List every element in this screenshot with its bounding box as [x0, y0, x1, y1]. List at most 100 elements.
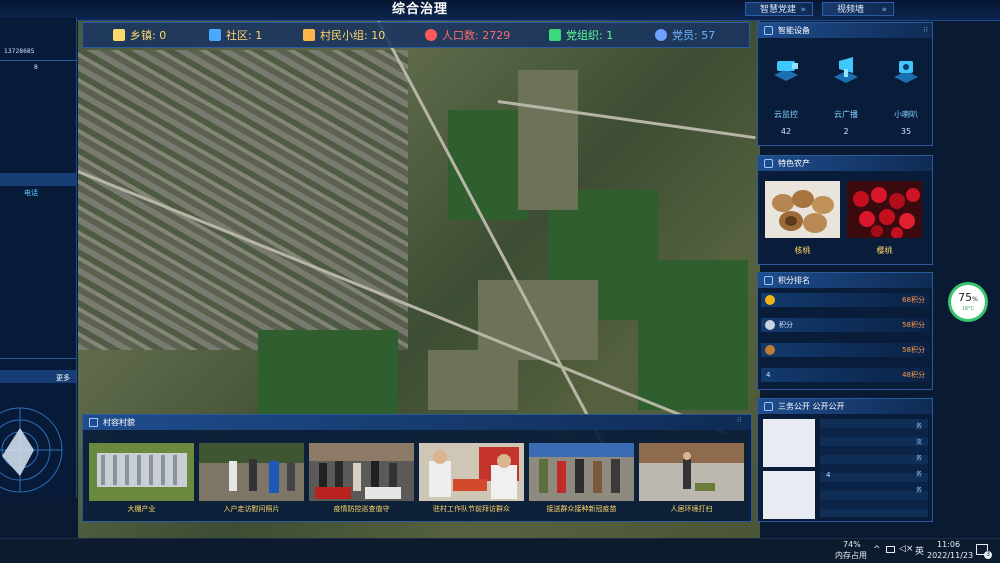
home-icon: [209, 29, 221, 41]
map-field: [638, 260, 748, 410]
map-field: [518, 70, 578, 210]
divider: [0, 60, 76, 61]
memory-temp: 16°C: [961, 306, 975, 312]
stat-communities[interactable]: 社区: 1: [209, 27, 262, 45]
bronze-medal-icon: [765, 345, 775, 355]
rank-points: 58积分: [902, 321, 925, 329]
member-icon: [655, 29, 667, 41]
photo-home-visit[interactable]: [199, 443, 304, 501]
affairs-mark: 务: [916, 455, 923, 462]
panel-header: [83, 415, 751, 430]
photo-caption: 入户走访慰问照片: [223, 505, 280, 513]
stat-label: 党组织: 1: [566, 29, 614, 42]
leaf-icon: [764, 159, 773, 168]
video-wall-button[interactable]: 视频墙 »: [822, 2, 894, 16]
chevron-right-icon: »: [800, 5, 806, 15]
memory-percent: 75%: [958, 291, 978, 304]
bar-chart-icon: [764, 276, 773, 285]
bar-chart-icon: [764, 402, 773, 411]
ranking-row[interactable]: 积分 58积分: [761, 318, 929, 332]
device-count: 42: [780, 127, 792, 136]
rank-name: 4: [766, 371, 771, 379]
rank-points: 68积分: [902, 296, 925, 304]
map-field: [448, 110, 528, 220]
village-appearance-panel: 村容村貌 ⁝⁝ 大棚产业 入户走访慰问照片 疫情防控巡查值守 驻村工作队节前拜访…: [82, 414, 752, 522]
device-label: 云广播: [834, 110, 858, 119]
device-count: 35: [900, 127, 912, 136]
rank-points: 58积分: [902, 346, 925, 354]
chevron-right-icon: »: [881, 5, 887, 15]
document-thumbnail[interactable]: [763, 471, 815, 519]
memory-widget[interactable]: 75% 16°C: [948, 282, 988, 322]
ranking-row[interactable]: 68积分: [761, 293, 929, 307]
radar-chart: [0, 407, 63, 493]
ranking-row[interactable]: 4 48积分: [761, 368, 929, 382]
rank-points: 48积分: [902, 371, 925, 379]
party-org-icon: [549, 29, 561, 41]
page-title: 综合治理: [391, 2, 448, 17]
clock-date[interactable]: 2022/11/23: [927, 551, 973, 560]
points-ranking-panel: 积分排名 68积分 积分 58积分 58积分 4 48积分: [757, 272, 933, 390]
speaker-icon[interactable]: [888, 53, 924, 89]
panel-header: 积分排名: [758, 273, 932, 288]
cherry-image[interactable]: [847, 181, 922, 238]
clock-time[interactable]: 11:06: [937, 540, 960, 549]
photo-caption: 大棚产业: [127, 505, 156, 513]
memory-usage-percent: 74%: [843, 540, 861, 549]
panel-header: 特色农产: [758, 156, 932, 171]
panel-header: 智能设备 ⁝⁝: [758, 23, 932, 38]
rank-name: 积分: [779, 321, 793, 329]
gold-medal-icon: [765, 295, 775, 305]
map-field: [428, 350, 518, 410]
volume-icon[interactable]: ◁×: [899, 544, 913, 554]
panel-title: 村容村貌: [103, 418, 135, 427]
person-icon: [425, 29, 437, 41]
map-village-area: [78, 50, 408, 350]
affairs-list: [820, 419, 928, 517]
panel-title: 三务公开 公开公开: [778, 402, 845, 411]
stat-label: 社区: 1: [226, 29, 263, 42]
featured-products-panel: 特色农产 核桃 樱桃: [757, 155, 933, 265]
building-icon: [113, 29, 125, 41]
document-thumbnail[interactable]: [763, 419, 815, 467]
silver-medal-icon: [765, 320, 775, 330]
public-affairs-panel: 三务公开 公开公开 务 流 务 务 务 4: [757, 398, 933, 522]
more-dots-icon[interactable]: ⁝⁝: [737, 416, 741, 424]
product-label: 樱桃: [876, 246, 893, 255]
panel-title: 积分排名: [778, 276, 810, 285]
ime-indicator[interactable]: 英: [915, 544, 924, 557]
more-link[interactable]: 更多: [56, 373, 70, 383]
stat-villager-groups[interactable]: 村民小组: 10: [303, 27, 385, 45]
network-icon[interactable]: [886, 546, 895, 553]
smart-party-building-button[interactable]: 智慧党建»: [745, 2, 813, 16]
photo-vaccination-transport[interactable]: [529, 443, 634, 501]
photo-caption: 人居环境打扫: [670, 505, 713, 513]
ranking-row[interactable]: 58积分: [761, 343, 929, 357]
photo-greenhouse[interactable]: [89, 443, 194, 501]
photo-caption: 驻村工作队节前拜访群众: [433, 505, 510, 513]
panel-header: 三务公开 公开公开: [758, 399, 932, 414]
stat-population[interactable]: 人口数: 2729: [425, 27, 510, 45]
stat-towns[interactable]: 乡镇: 0: [113, 27, 166, 45]
stat-party-members[interactable]: 党员: 57: [655, 27, 715, 45]
button-label: 智慧党建: [760, 5, 797, 15]
more-dots-icon[interactable]: ⁝⁝: [924, 23, 928, 38]
button-label: 视频墙: [837, 5, 865, 15]
phone-number: 13728685: [4, 48, 35, 55]
device-label: 小喇叭: [894, 110, 918, 119]
phone-sub: 8: [34, 64, 38, 71]
memory-usage-label: 内存占用: [835, 551, 867, 560]
photo-epidemic-checkpoint[interactable]: [309, 443, 414, 501]
walnut-image[interactable]: [765, 181, 840, 238]
camera-icon[interactable]: [768, 53, 804, 89]
photo-caption: 接送群众接种新冠疫苗: [546, 505, 617, 513]
stat-label: 人口数: 2729: [442, 29, 511, 42]
stat-party-orgs[interactable]: 党组织: 1: [549, 27, 613, 45]
stat-label: 乡镇: 0: [130, 29, 167, 42]
chevron-up-icon[interactable]: ^: [873, 545, 881, 555]
map-field: [258, 330, 398, 420]
broadcast-icon[interactable]: [828, 53, 864, 89]
photo-festival-visit[interactable]: [419, 443, 524, 501]
phone-label: 电话: [24, 189, 38, 197]
photo-environment-cleanup[interactable]: [639, 443, 744, 501]
